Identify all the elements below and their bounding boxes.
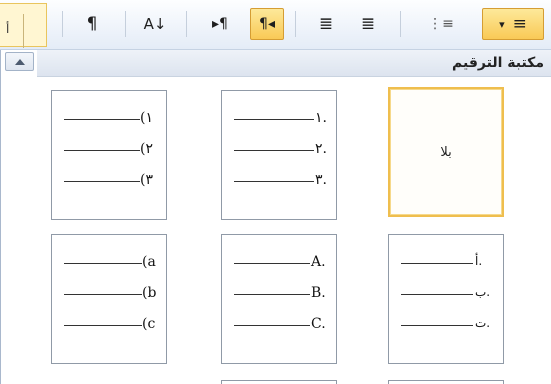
toolbar-separator	[186, 11, 187, 37]
item-label: A.	[311, 254, 326, 270]
list-preview-row: (b	[52, 285, 166, 301]
list-preview-row: (a	[52, 254, 166, 270]
gallery-title: مكتبة الترقيم	[452, 55, 544, 71]
gallery-header: مكتبة الترقيم	[37, 50, 551, 77]
item-label: B.	[311, 285, 326, 301]
rtl-direction-button[interactable]: ¶◂	[250, 8, 284, 40]
item-label: (c	[142, 316, 156, 332]
numbering-partial-cell[interactable]	[221, 380, 337, 384]
item-label: ب.	[475, 285, 491, 299]
toolbar-separator	[400, 11, 401, 37]
scroll-up-button[interactable]	[5, 52, 34, 71]
numbering-arabic-dot-cell[interactable]: ١. ٢. ٣.	[221, 90, 337, 220]
decrease-indent-button[interactable]: ≣	[350, 8, 386, 40]
numbering-dropdown: أ ¶ A↓ ▸¶ ¶◂ ≣ ≣ ⋮≡ ▾ ≡ مكتبة الترقيم بل…	[0, 0, 551, 384]
numbering-upper-latin-cell[interactable]: A. B. C.	[221, 234, 337, 364]
ribbon-toolbar: أ ¶ A↓ ▸¶ ¶◂ ≣ ≣ ⋮≡ ▾ ≡	[0, 0, 551, 50]
list-preview-row: ٢.	[222, 141, 336, 157]
list-preview-row: ٣.	[222, 172, 336, 188]
rtl-paragraph-icon: ¶◂	[259, 16, 275, 32]
list-preview-row: (٢	[52, 141, 166, 157]
numbering-arabic-paren-cell[interactable]: (١ (٢ (٣	[51, 90, 167, 220]
gallery-scroll-strip	[1, 50, 37, 384]
list-preview-row: أ.	[389, 254, 503, 270]
ltr-direction-button[interactable]: ▸¶	[200, 8, 240, 40]
decrease-indent-icon: ≣	[360, 13, 376, 34]
increase-indent-icon: ≣	[318, 13, 334, 34]
list-preview-row: C.	[222, 316, 336, 332]
clipped-style-box[interactable]: أ	[0, 3, 47, 48]
sort-az-icon: A↓	[143, 14, 167, 33]
item-label: C.	[311, 316, 326, 332]
show-formatting-marks-button[interactable]: ¶	[72, 8, 112, 40]
list-preview-row: ت.	[389, 316, 503, 332]
numbering-lower-latin-paren-cell[interactable]: (a (b (c	[51, 234, 167, 364]
pilcrow-icon: ¶	[86, 13, 98, 34]
list-preview-row: ب.	[389, 285, 503, 301]
numbering-none-cell[interactable]: بلا	[388, 87, 504, 217]
item-label: (b	[142, 285, 157, 301]
numbering-partial-cell[interactable]	[388, 380, 504, 384]
sort-button[interactable]: A↓	[135, 8, 175, 40]
item-label: (٢	[140, 141, 153, 157]
none-label: بلا	[440, 145, 452, 160]
ltr-paragraph-icon: ▸¶	[212, 16, 228, 32]
chevron-down-icon: ▾	[499, 17, 505, 31]
clipped-divider	[0, 14, 24, 48]
item-label: ٣.	[315, 172, 327, 188]
numbering-arabic-letters-cell[interactable]: أ. ب. ت.	[388, 234, 504, 364]
list-preview-row: (١	[52, 110, 166, 126]
list-preview-row: (c	[52, 316, 166, 332]
multilevel-list-button[interactable]: ⋮≡	[410, 8, 472, 40]
item-label: أ.	[475, 254, 483, 268]
increase-indent-button[interactable]: ≣	[308, 8, 344, 40]
multilevel-list-icon: ⋮≡	[428, 16, 454, 32]
list-preview-row: B.	[222, 285, 336, 301]
clipped-style-label: أ	[6, 22, 10, 36]
toolbar-separator	[62, 11, 63, 37]
item-label: (a	[142, 254, 156, 270]
item-label: (١	[140, 110, 153, 126]
toolbar-separator	[295, 11, 296, 37]
toolbar-separator	[125, 11, 126, 37]
item-label: ١.	[315, 110, 327, 126]
numbering-button[interactable]: ▾ ≡	[482, 8, 544, 40]
item-label: ٢.	[315, 141, 327, 157]
list-preview-row: A.	[222, 254, 336, 270]
numbering-icon: ≡	[512, 13, 527, 34]
item-label: (٣	[140, 172, 153, 188]
scroll-up-arrow-icon	[15, 59, 25, 65]
item-label: ت.	[475, 316, 491, 330]
list-preview-row: ١.	[222, 110, 336, 126]
numbering-gallery-panel: مكتبة الترقيم بلا ١. ٢. ٣. (١ (٢ (٣ أ. ب…	[0, 50, 551, 384]
list-preview-row: (٣	[52, 172, 166, 188]
